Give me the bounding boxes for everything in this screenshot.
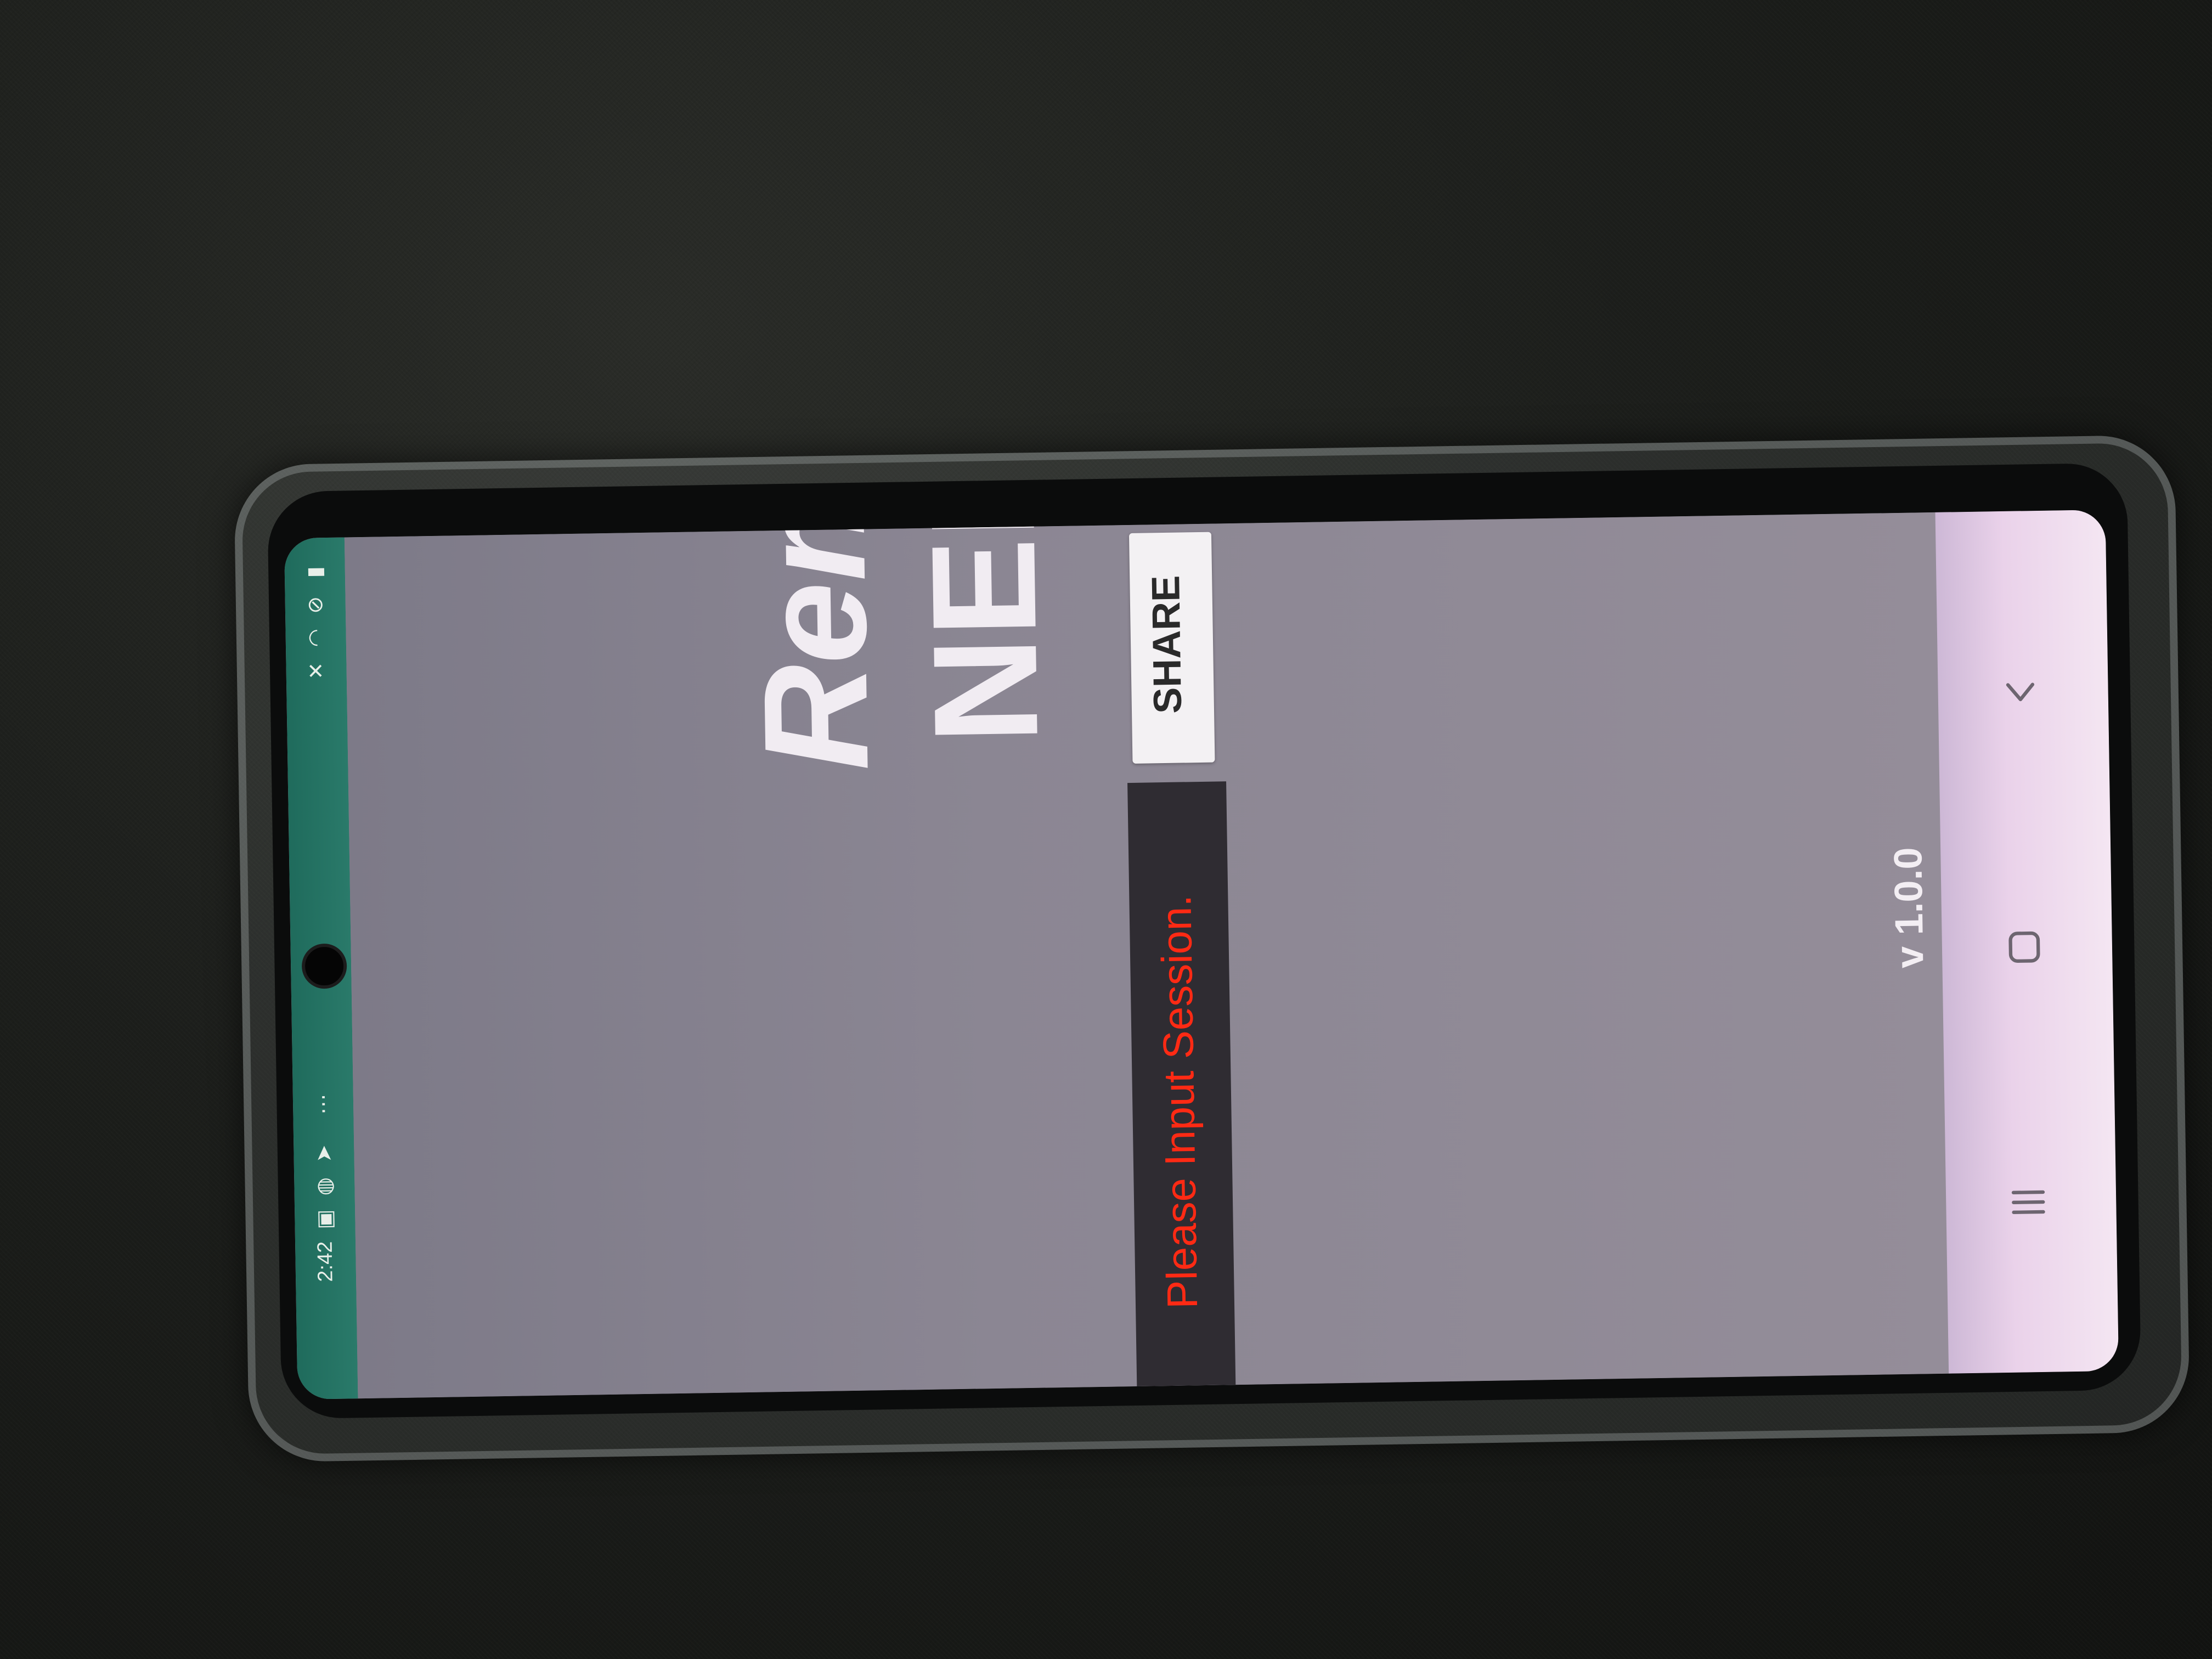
- session-input-placeholder: Please Input Session.: [1152, 894, 1207, 1310]
- share-button-label: SHARE: [1144, 575, 1190, 714]
- back-icon[interactable]: [1990, 662, 2051, 723]
- app-title-line-2: NEMO: [897, 510, 1069, 746]
- home-icon[interactable]: [1994, 917, 2055, 978]
- gallery-icon: ▣: [313, 1209, 337, 1229]
- recents-icon[interactable]: [1997, 1172, 2059, 1233]
- battery-icon: ▮: [303, 566, 327, 578]
- do-not-disturb-icon: ⊘: [304, 596, 328, 614]
- front-camera: [301, 943, 347, 989]
- app-title-line-1: Remote: [726, 510, 900, 772]
- navigation-icon: ➤: [312, 1144, 336, 1163]
- navigation-bar: [1935, 510, 2119, 1374]
- app-content: Remote NEMO SHARE Please Input Session. …: [344, 510, 1949, 1399]
- version-label: v 1.0.0: [1886, 847, 1932, 969]
- more-dots-icon: ⋯: [312, 1093, 335, 1115]
- session-input[interactable]: Please Input Session.: [1127, 781, 1236, 1386]
- share-button[interactable]: SHARE: [1128, 532, 1215, 764]
- status-time: 2:42: [313, 1241, 337, 1282]
- phone-screen: 2:42 ▣ ◍ ➤ ⋯ ✕ ◠ ⊘ ▮ Remote NEMO SHARE P…: [284, 510, 2119, 1400]
- mute-icon: ✕: [304, 662, 329, 680]
